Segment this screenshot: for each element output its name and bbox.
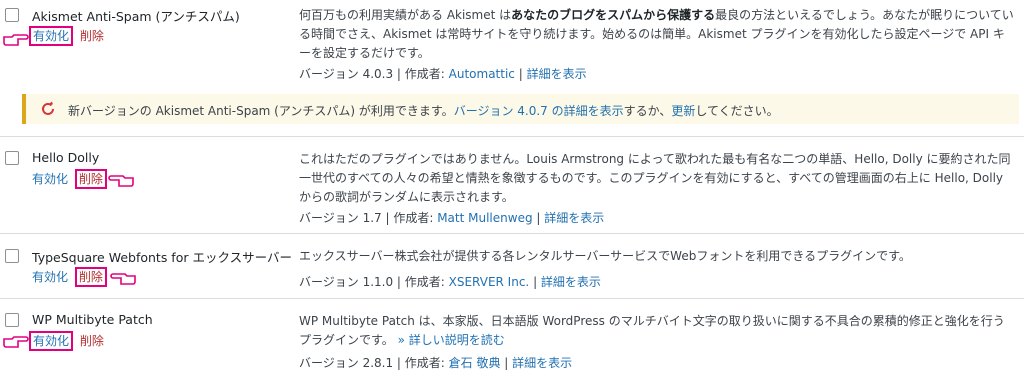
plugin-actions: 有効化 削除 — [32, 267, 107, 287]
plugin-actions: 有効化 削除 — [28, 26, 104, 46]
details-link[interactable]: 詳細を表示 — [527, 67, 587, 81]
update-icon — [42, 101, 54, 115]
plugin-checkbox[interactable] — [5, 8, 19, 22]
plugin-name: TypeSquare Webfonts for エックスサーバー — [32, 250, 292, 265]
plugin-meta: バージョン 1.7 | 作成者: Matt Mullenweg | 詳細を表示 — [299, 211, 605, 225]
pointing-hand-icon — [110, 273, 136, 285]
update-notice-text: 新バージョンの Akismet Anti-Spam (アンチスパム) が利用でき… — [68, 104, 779, 118]
delete-link[interactable]: 削除 — [74, 267, 107, 287]
plugin-row-akismet: Akismet Anti-Spam (アンチスパム) 有効化 削除 何百万もの利… — [0, 0, 1024, 86]
description-emphasis: あなたのブログをスパムから保護する — [511, 8, 716, 22]
plugin-actions: 有効化 削除 — [28, 331, 104, 351]
plugin-name: Hello Dolly — [32, 150, 100, 165]
plugin-checkbox[interactable] — [5, 313, 19, 327]
version-details-link[interactable]: バージョン 4.0.7 の詳細を表示 — [454, 104, 624, 118]
activate-link[interactable]: 有効化 — [32, 172, 68, 186]
author-link[interactable]: 倉石 敬典 — [449, 356, 501, 370]
delete-link[interactable]: 削除 — [80, 29, 104, 43]
details-link[interactable]: 詳細を表示 — [541, 275, 601, 289]
author-link[interactable]: Automattic — [449, 67, 515, 81]
details-link[interactable]: 詳細を表示 — [512, 356, 572, 370]
update-now-link[interactable]: 更新 — [671, 104, 695, 118]
plugin-meta: バージョン 4.0.3 | 作成者: Automattic | 詳細を表示 — [299, 67, 587, 81]
details-link[interactable]: 詳細を表示 — [544, 211, 604, 225]
update-notice: 新バージョンの Akismet Anti-Spam (アンチスパム) が利用でき… — [22, 94, 1019, 124]
plugin-description: 何百万もの利用実績がある Akismet はあなたのブログをスパムから保護する最… — [299, 8, 1014, 60]
activate-link[interactable]: 有効化 — [28, 331, 74, 351]
plugin-description: エックスサーバー株式会社が提供する各レンタルサーバーサービスでWebフォントを利… — [299, 249, 911, 263]
pointing-hand-icon — [108, 175, 134, 187]
delete-link[interactable]: 削除 — [80, 334, 104, 348]
plugin-actions: 有効化 削除 — [32, 169, 107, 189]
author-link[interactable]: Matt Mullenweg — [437, 211, 532, 225]
plugin-meta: バージョン 1.1.0 | 作成者: XSERVER Inc. | 詳細を表示 — [299, 275, 601, 289]
author-link[interactable]: XSERVER Inc. — [449, 275, 530, 289]
plugin-checkbox[interactable] — [5, 151, 19, 165]
plugin-name: WP Multibyte Patch — [32, 312, 153, 327]
plugin-description: これはただのプラグインではありません。Louis Armstrong によって歌… — [299, 152, 1011, 204]
plugin-name: Akismet Anti-Spam (アンチスパム) — [32, 9, 240, 24]
delete-link[interactable]: 削除 — [74, 169, 107, 189]
plugin-row-hello-dolly: Hello Dolly 有効化 削除 これはただのプラグインではありません。Lo… — [0, 137, 1024, 233]
activate-link[interactable]: 有効化 — [32, 270, 68, 284]
pointing-hand-icon — [3, 34, 29, 46]
plugin-row-typesquare: TypeSquare Webfonts for エックスサーバー 有効化 削除 … — [0, 234, 1024, 298]
read-more-link[interactable]: » 詳しい説明を読む — [398, 333, 505, 347]
plugin-checkbox[interactable] — [5, 249, 19, 263]
activate-link[interactable]: 有効化 — [28, 26, 74, 46]
pointing-hand-icon — [3, 336, 29, 348]
plugin-meta: バージョン 2.8.1 | 作成者: 倉石 敬典 | 詳細を表示 — [299, 356, 573, 370]
plugin-row-wp-multibyte-patch: WP Multibyte Patch 有効化 削除 WP Multibyte P… — [0, 299, 1024, 378]
plugin-description: WP Multibyte Patch は、本家版、日本語版 WordPress … — [299, 314, 1005, 347]
